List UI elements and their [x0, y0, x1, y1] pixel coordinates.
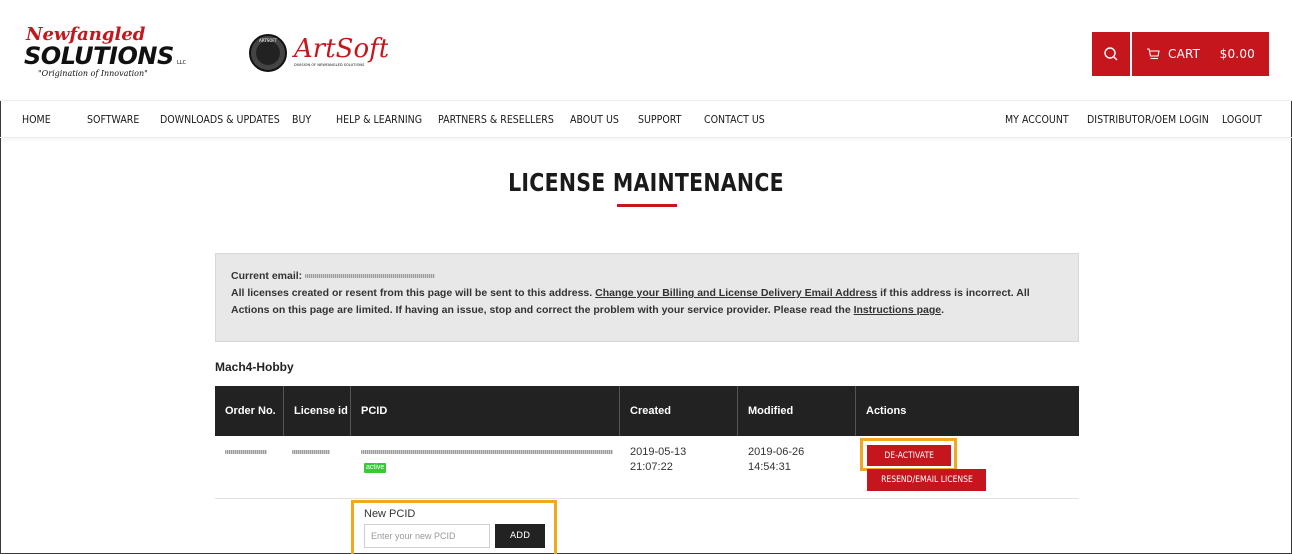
resend-email-license-button[interactable]: RESEND/EMAIL LICENSE [867, 469, 986, 491]
site-header: Newfangled SOLUTIONS LLC "Origination of… [0, 0, 1292, 100]
newfangled-logo[interactable]: Newfangled SOLUTIONS LLC "Origination of… [22, 22, 202, 82]
modified-cell: 2019-06-26 14:54:31 [748, 445, 804, 475]
svg-text:DIVISION OF NEWFANGLED SOLUTIO: DIVISION OF NEWFANGLED SOLUTIONS [294, 63, 365, 67]
product-title: Mach4-Hobby [215, 360, 294, 374]
page-title: LICENSE MAINTENANCE [508, 168, 784, 197]
col-actions: Actions [866, 404, 907, 417]
table-row: active 2019-05-13 21:07:22 2019-06-26 14… [215, 436, 1079, 499]
nav-help-learning[interactable]: HELP & LEARNING [336, 101, 422, 139]
created-time: 21:07:22 [630, 461, 673, 473]
main-nav: HOME SOFTWARE DOWNLOADS & UPDATES BUY HE… [0, 100, 1292, 138]
col-created: Created [620, 386, 738, 436]
nav-software[interactable]: SOFTWARE [87, 101, 139, 139]
current-email-value-redacted [305, 274, 436, 279]
nav-logout[interactable]: LOGOUT [1222, 101, 1262, 139]
instructions-link[interactable]: Instructions page [854, 304, 942, 316]
email-notice: Current email: All licenses created or r… [215, 253, 1079, 342]
search-icon [1104, 47, 1118, 61]
nav-buy[interactable]: BUY [292, 101, 311, 139]
svg-text:ARTSOFT: ARTSOFT [259, 38, 278, 43]
nav-support[interactable]: SUPPORT [638, 101, 681, 139]
new-pcid-highlight [351, 500, 557, 554]
title-underline [617, 204, 677, 207]
nav-about-us[interactable]: ABOUT US [570, 101, 619, 139]
status-badge: active [364, 463, 387, 473]
notice-text-3: . [941, 304, 945, 316]
cart-icon [1147, 48, 1160, 60]
artsoft-logo[interactable]: ARTSOFT ArtSoft DIVISION OF NEWFANGLED S… [248, 30, 390, 76]
current-email-label: Current email: [231, 270, 303, 282]
nav-home[interactable]: HOME [22, 101, 51, 139]
col-pcid: PCID [351, 386, 620, 436]
nav-distributor-oem-login[interactable]: DISTRIBUTOR/OEM LOGIN [1087, 101, 1209, 139]
col-license-id: License id [284, 386, 351, 436]
nav-downloads-updates[interactable]: DOWNLOADS & UPDATES [160, 101, 280, 139]
modified-date: 2019-06-26 [748, 446, 805, 458]
nav-my-account[interactable]: MY ACCOUNT [1005, 101, 1069, 139]
created-cell: 2019-05-13 21:07:22 [630, 445, 686, 475]
notice-text-1: All licenses created or resent from this… [231, 287, 593, 299]
search-button[interactable] [1092, 32, 1130, 76]
order-no-redacted [225, 450, 267, 454]
nav-contact-us[interactable]: CONTACT US [704, 101, 765, 139]
deactivate-highlight [860, 438, 957, 471]
change-email-link[interactable]: Change your Billing and License Delivery… [595, 287, 877, 299]
current-email-line: Current email: [231, 268, 1063, 285]
table-header: Order No. License id PCID Created Modifi… [215, 386, 1079, 436]
pcid-redacted [361, 450, 613, 454]
license-id-redacted [292, 450, 330, 454]
new-pcid-row: New PCID ADD [215, 499, 1079, 554]
modified-time: 14:54:31 [748, 461, 791, 473]
svg-text:ArtSoft: ArtSoft [292, 34, 388, 64]
col-order-no: Order No. [215, 386, 284, 436]
svg-text:LLC: LLC [177, 60, 187, 66]
nav-partners-resellers[interactable]: PARTNERS & RESELLERS [438, 101, 554, 139]
col-modified: Modified [738, 386, 856, 436]
created-date: 2019-05-13 [630, 446, 687, 458]
notice-text: All licenses created or resent from this… [231, 285, 1063, 319]
resend-label: RESEND/EMAIL LICENSE [880, 475, 973, 485]
svg-text:SOLUTIONS: SOLUTIONS [24, 42, 174, 70]
svg-text:"Origination of Innovation": "Origination of Innovation" [38, 69, 148, 78]
cart-total: $0.00 [1219, 47, 1255, 61]
cart-button[interactable]: CART $0.00 [1132, 32, 1269, 76]
cart-label: CART [1168, 47, 1201, 61]
